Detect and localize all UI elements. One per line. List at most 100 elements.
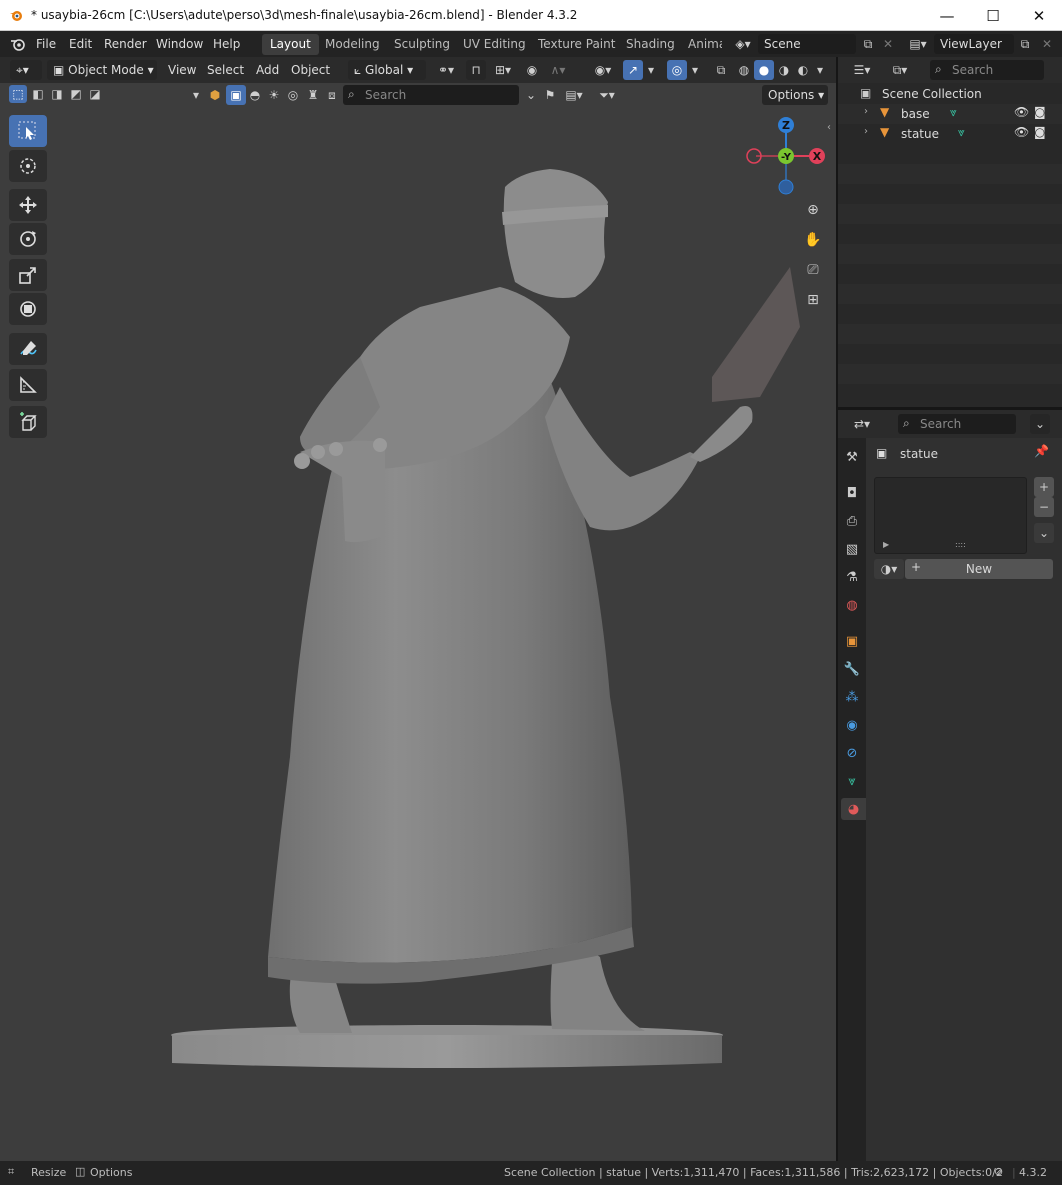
menu-view[interactable]: View bbox=[162, 60, 202, 80]
menu-file[interactable]: File bbox=[36, 37, 56, 51]
viewport-search-input[interactable]: ⌕ Search bbox=[343, 85, 519, 105]
new-material-button[interactable]: + New bbox=[905, 559, 1053, 579]
pin-icon[interactable]: 📌 bbox=[1034, 444, 1049, 458]
editor-type-icon[interactable]: ⌖▾ bbox=[10, 60, 42, 80]
navigation-gizmo[interactable]: Z X -Y bbox=[744, 116, 828, 200]
gizmo-toggle-icon[interactable]: ↗ bbox=[623, 60, 643, 80]
properties-search-input[interactable]: ⌕ Search bbox=[898, 414, 1016, 434]
physics-tab-icon[interactable]: ◉ bbox=[841, 714, 863, 736]
workspace-tab-layout[interactable]: Layout bbox=[262, 34, 319, 55]
workspace-tab-sculpting[interactable]: Sculpting bbox=[386, 34, 458, 55]
annotate-tool[interactable] bbox=[9, 333, 47, 365]
sidebar-toggle-icon[interactable]: ‹ bbox=[827, 122, 831, 133]
falloff-icon[interactable]: ∧▾ bbox=[543, 60, 573, 80]
proportional-editing-icon[interactable]: ◉ bbox=[522, 60, 542, 80]
display-mode-icon[interactable]: ▤▾ bbox=[560, 85, 588, 105]
menu-object[interactable]: Object bbox=[285, 60, 336, 80]
delete-viewlayer-icon[interactable]: ✕ bbox=[1037, 34, 1057, 54]
3d-viewport[interactable] bbox=[0, 57, 836, 1161]
options-dropdown[interactable]: Options ▾ bbox=[762, 85, 828, 105]
add-slot-button[interactable]: + bbox=[1034, 477, 1054, 497]
workspace-tab-texture-paint[interactable]: Texture Paint bbox=[530, 34, 623, 55]
wireframe-shading-icon[interactable]: ◍ bbox=[734, 60, 754, 80]
viewlayer-selector-icon[interactable]: ▤▾ bbox=[905, 34, 931, 54]
ortho-grid-icon[interactable]: ⊞ bbox=[801, 288, 825, 312]
tool-tab-icon[interactable]: ⚒ bbox=[841, 446, 863, 468]
visibility-icon[interactable]: ◉▾ bbox=[588, 60, 618, 80]
scene-selector-icon[interactable]: ◈▾ bbox=[730, 34, 756, 54]
resize-handle[interactable]: :::: bbox=[955, 540, 966, 549]
menu-select[interactable]: Select bbox=[201, 60, 250, 80]
slot-menu-icon[interactable]: ⌄ bbox=[1034, 523, 1054, 543]
delete-scene-icon[interactable]: ✕ bbox=[878, 34, 898, 54]
modifiers-tab-icon[interactable]: 🔧 bbox=[841, 658, 863, 680]
filter-collapse-icon[interactable]: ▾ bbox=[188, 85, 204, 105]
rendered-shading-icon[interactable]: ◐ bbox=[793, 60, 813, 80]
material-tab-icon[interactable]: ◕ bbox=[841, 798, 866, 820]
close-button[interactable]: ✕ bbox=[1016, 0, 1062, 31]
filter-light-icon[interactable]: ☀ bbox=[264, 85, 284, 105]
output-tab-icon[interactable]: ⎙ bbox=[841, 510, 863, 532]
bookmark-icon[interactable]: ⚑ bbox=[540, 85, 560, 105]
view-layer-tab-icon[interactable]: ▧ bbox=[841, 538, 863, 560]
select-box-tool[interactable] bbox=[9, 115, 47, 147]
workspace-tab-uv-editing[interactable]: UV Editing bbox=[455, 34, 534, 55]
new-viewlayer-icon[interactable]: ⧉ bbox=[1015, 34, 1035, 54]
filter-funnel-icon[interactable]: ⏷▾ bbox=[592, 85, 622, 105]
data-tab-icon[interactable]: ⩔ bbox=[841, 770, 863, 792]
mesh-data-icon[interactable]: ⩔ bbox=[950, 105, 957, 120]
filter-material-icon[interactable]: ◎ bbox=[283, 85, 303, 105]
snap-target-icon[interactable]: ⊞▾ bbox=[488, 60, 518, 80]
visibility-eye-icon[interactable]: 👁 bbox=[1014, 125, 1029, 139]
transform-orientation-dropdown[interactable]: ⟀ Global ▾ bbox=[348, 60, 426, 80]
select-invert-icon[interactable]: ◩ bbox=[67, 85, 85, 103]
move-tool[interactable] bbox=[9, 189, 47, 221]
minimize-button[interactable]: — bbox=[924, 0, 970, 31]
expand-chevron-icon[interactable]: › bbox=[864, 126, 868, 137]
gizmo-menu-icon[interactable]: ▾ bbox=[643, 60, 659, 80]
solid-shading-icon[interactable]: ● bbox=[754, 60, 774, 80]
select-subtract-icon[interactable]: ◨ bbox=[48, 85, 66, 103]
overlays-toggle-icon[interactable]: ◎ bbox=[667, 60, 687, 80]
filter-modifier-icon[interactable]: ♜ bbox=[303, 85, 323, 105]
display-mode-icon[interactable]: ⧉▾ bbox=[886, 60, 914, 80]
filter-object-icon[interactable]: ▣ bbox=[226, 85, 246, 105]
remove-slot-button[interactable]: − bbox=[1034, 497, 1054, 517]
snap-icon[interactable]: ⊓ bbox=[466, 60, 486, 80]
scene-name-field[interactable]: Scene bbox=[758, 34, 856, 54]
maximize-button[interactable]: ☐ bbox=[970, 0, 1016, 31]
material-browse-icon[interactable]: ◑▾ bbox=[874, 559, 904, 579]
shading-menu-icon[interactable]: ▾ bbox=[812, 60, 828, 80]
material-shading-icon[interactable]: ◑ bbox=[774, 60, 794, 80]
outliner-row-statue[interactable]: › ▼ statue ⩔ 👁 ◙ bbox=[838, 124, 1062, 144]
measure-tool[interactable] bbox=[9, 369, 47, 401]
workspace-tab-animation[interactable]: Anima bbox=[680, 34, 722, 55]
menu-help[interactable]: Help bbox=[213, 37, 240, 51]
list-expand-icon[interactable]: ▶ bbox=[883, 540, 889, 549]
select-intersect-icon[interactable]: ◪ bbox=[86, 85, 104, 103]
visibility-eye-icon[interactable]: 👁 bbox=[1014, 105, 1029, 119]
select-new-icon[interactable]: ⬚ bbox=[9, 85, 27, 103]
scale-tool[interactable] bbox=[9, 259, 47, 291]
particles-tab-icon[interactable]: ⁂ bbox=[841, 686, 863, 708]
expand-chevron-icon[interactable]: › bbox=[864, 106, 868, 117]
rotate-tool[interactable] bbox=[9, 223, 47, 255]
properties-options-icon[interactable]: ⌄ bbox=[1030, 414, 1050, 434]
select-extend-icon[interactable]: ◧ bbox=[29, 85, 47, 103]
menu-add[interactable]: Add bbox=[250, 60, 285, 80]
object-tab-icon[interactable]: ▣ bbox=[841, 630, 863, 652]
pan-hand-icon[interactable]: ✋ bbox=[801, 228, 825, 252]
scene-tab-icon[interactable]: ⚗ bbox=[841, 566, 863, 588]
workspace-tab-modeling[interactable]: Modeling bbox=[317, 34, 388, 55]
new-scene-icon[interactable]: ⧉ bbox=[858, 34, 878, 54]
overlays-menu-icon[interactable]: ▾ bbox=[687, 60, 703, 80]
filter-data-icon[interactable]: ⧈ bbox=[322, 85, 342, 105]
asset-dropdown-icon[interactable]: ⌄ bbox=[521, 85, 541, 105]
outliner-row-base[interactable]: › ▼ base ⩔ 👁 ◙ bbox=[838, 104, 1062, 124]
xray-toggle-icon[interactable]: ⧉ bbox=[711, 60, 731, 80]
menu-window[interactable]: Window bbox=[156, 37, 203, 51]
constraints-tab-icon[interactable]: ⊘ bbox=[841, 742, 863, 764]
workspace-tab-shading[interactable]: Shading bbox=[618, 34, 683, 55]
camera-view-icon[interactable]: ⎚ bbox=[801, 258, 825, 282]
outliner-search-input[interactable]: ⌕ Search bbox=[930, 60, 1044, 80]
